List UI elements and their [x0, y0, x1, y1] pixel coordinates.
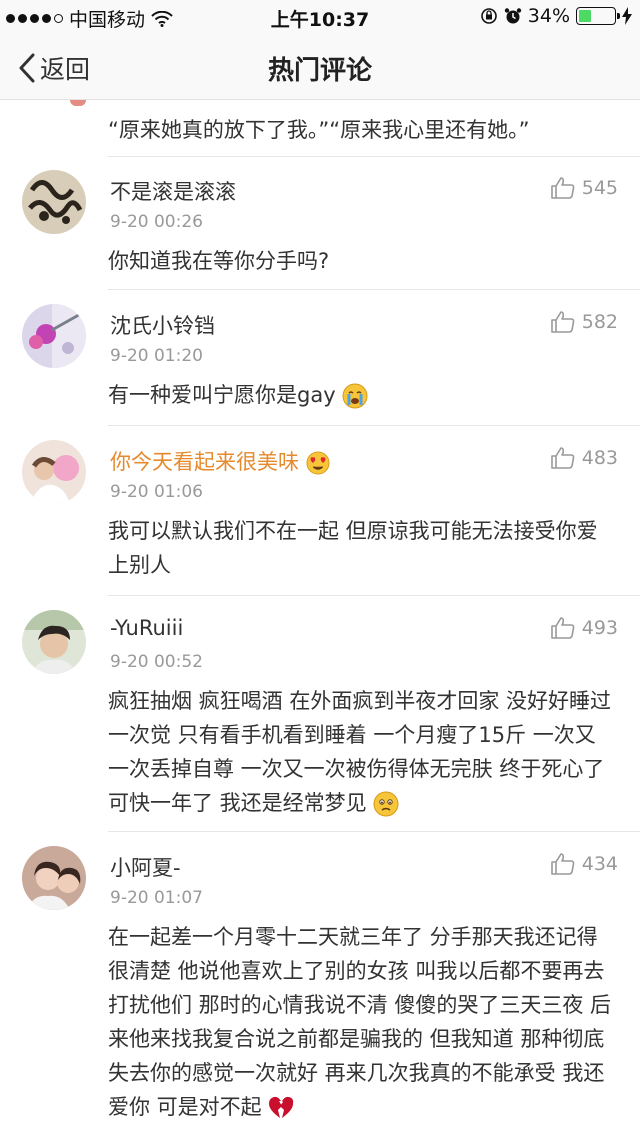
- orientation-lock-icon: [480, 8, 497, 24]
- thumbs-up-icon: [550, 853, 575, 875]
- crying-emoji-icon: [342, 383, 368, 409]
- battery-percent: 34%: [527, 5, 570, 27]
- like-button[interactable]: 483: [550, 446, 618, 470]
- partial-avatar: [70, 100, 86, 106]
- nav-bar: 返回 热门评论: [0, 34, 640, 100]
- avatar[interactable]: [22, 170, 86, 234]
- thumbs-up-icon: [550, 177, 575, 199]
- alarm-icon: [504, 8, 521, 24]
- battery-icon: [576, 7, 620, 25]
- comment-item[interactable]: 沈氏小铃铛 9-20 01:20 582 有一种爱叫宁愿你是gay: [0, 290, 640, 426]
- comment-item[interactable]: 不是滚是滚滚 9-20 00:26 545 你知道我在等你分手吗?: [0, 156, 640, 290]
- avatar[interactable]: [22, 304, 86, 368]
- like-count: 434: [581, 853, 618, 875]
- comment-date: 9-20 01:06: [110, 482, 203, 502]
- comment-author[interactable]: 沈氏小铃铛: [110, 310, 215, 340]
- like-button[interactable]: 545: [550, 176, 618, 200]
- avatar[interactable]: [22, 440, 86, 504]
- like-button[interactable]: 582: [550, 310, 618, 334]
- comment-date: 9-20 00:52: [110, 652, 203, 672]
- comment-text: “原来她真的放下了我。”“原来我心里还有她。”: [108, 118, 530, 142]
- heart-eyes-emoji-icon: [306, 451, 330, 475]
- comment-text: 有一种爱叫宁愿你是gay: [108, 378, 613, 412]
- comment-author[interactable]: 不是滚是滚滚: [110, 176, 236, 206]
- comment-text: 我可以默认我们不在一起 但原谅我可能无法接受你爱上别人: [108, 519, 598, 577]
- like-count: 493: [581, 617, 618, 639]
- thumbs-up-icon: [550, 617, 575, 639]
- comment-author[interactable]: 小阿夏-: [110, 852, 181, 882]
- comment-item[interactable]: 小阿夏- 9-20 01:07 434 在一起差一个月零十二天就三年了 分手那天…: [0, 832, 640, 1138]
- comment-item[interactable]: -YuRuiii 9-20 00:52 493 疯狂抽烟 疯狂喝酒 在外面疯到半…: [0, 596, 640, 832]
- comment-list[interactable]: “原来她真的放下了我。”“原来我心里还有她。” 不是滚是滚滚 9-20 00:2…: [0, 100, 640, 1138]
- comment-text: 你知道我在等你分手吗?: [108, 249, 330, 273]
- like-button[interactable]: 434: [550, 852, 618, 876]
- avatar[interactable]: [22, 846, 86, 910]
- broken-heart-icon: [269, 1096, 294, 1118]
- comment-text: 疯狂抽烟 疯狂喝酒 在外面疯到半夜才回家 没好好睡过一次觉 只有看手机看到睡着 …: [108, 689, 612, 817]
- charging-icon: [622, 7, 632, 25]
- status-right: 34%: [480, 5, 632, 27]
- thumbs-up-icon: [550, 447, 575, 469]
- comment-item[interactable]: 你今天看起来很美味 9-20 01:06 483 我可以默认我们不在一起 但原谅…: [0, 426, 640, 596]
- avatar[interactable]: [22, 610, 86, 674]
- comment-date: 9-20 00:26: [110, 212, 203, 232]
- like-count: 483: [581, 447, 618, 469]
- thumbs-up-icon: [550, 311, 575, 333]
- like-count: 582: [581, 311, 618, 333]
- comment-date: 9-20 01:07: [110, 888, 203, 908]
- page-title: 热门评论: [267, 56, 372, 86]
- like-button[interactable]: 493: [550, 616, 618, 640]
- comment-text: 在一起差一个月零十二天就三年了 分手那天我还记得很清楚 他说他喜欢上了别的女孩 …: [108, 925, 612, 1119]
- sad-emoji-icon: [373, 791, 399, 817]
- like-count: 545: [581, 177, 618, 199]
- comment-author[interactable]: -YuRuiii: [110, 616, 183, 640]
- status-bar: 中国移动 上午10:37 34%: [0, 0, 640, 34]
- comment-author[interactable]: 你今天看起来很美味: [110, 446, 330, 476]
- comment-date: 9-20 01:20: [110, 346, 203, 366]
